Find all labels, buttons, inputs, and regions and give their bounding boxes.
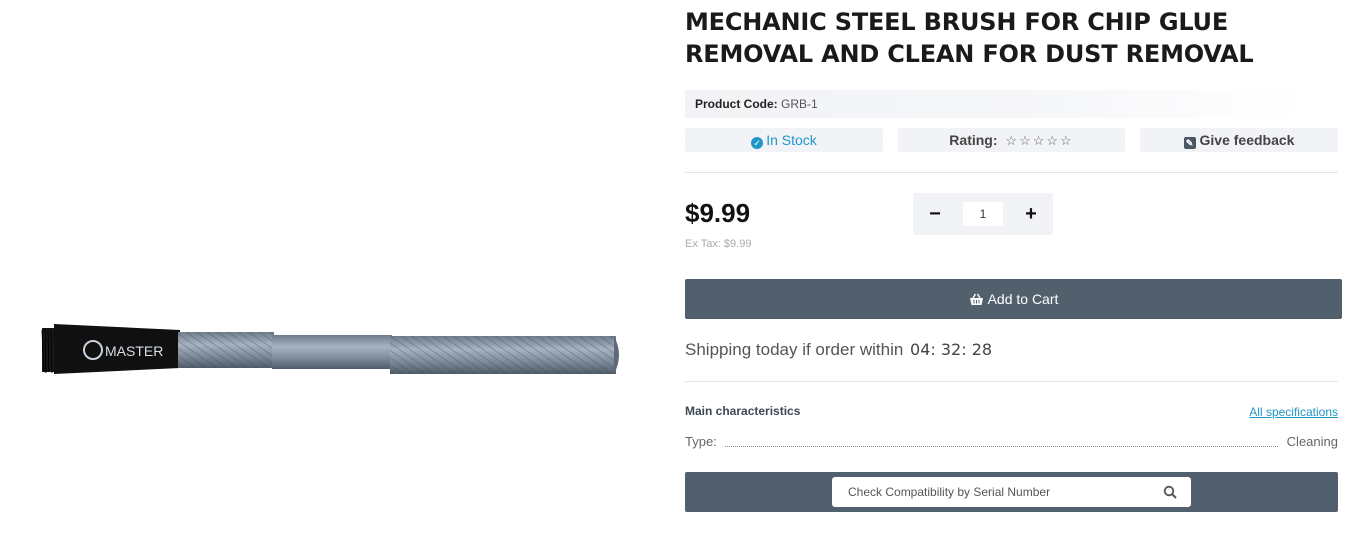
- divider: [685, 172, 1338, 173]
- spec-row: Type: Cleaning: [685, 434, 1338, 450]
- serial-number-search-input[interactable]: [832, 477, 1152, 507]
- all-specifications-link[interactable]: All specifications: [1249, 405, 1338, 419]
- star-icon[interactable]: ☆: [1046, 133, 1060, 148]
- stock-status-badge: ✓ In Stock: [685, 128, 883, 152]
- edit-icon: ✎: [1183, 137, 1196, 149]
- main-characteristics-heading: Main characteristics: [685, 404, 801, 418]
- add-to-cart-label: Add to Cart: [987, 291, 1059, 307]
- spec-name: Type:: [685, 434, 717, 449]
- product-code-value: GRB-1: [781, 97, 818, 111]
- product-code-bar: Product Code: GRB-1: [685, 90, 1305, 118]
- rating-label: Rating:: [949, 132, 998, 148]
- shipping-countdown: 04: 32: 28: [910, 340, 993, 359]
- product-price: $9.99: [685, 198, 751, 228]
- product-image-area: MASTER: [0, 0, 665, 539]
- ex-tax-price: Ex Tax: $9.99: [685, 238, 752, 250]
- quantity-stepper: − +: [913, 193, 1053, 235]
- rating-box[interactable]: Rating: ☆☆☆☆☆: [898, 128, 1125, 152]
- give-feedback-button[interactable]: ✎ Give feedback: [1140, 128, 1338, 152]
- product-brush-image: MASTER: [41, 324, 619, 374]
- shipping-text: Shipping today if order within: [685, 340, 904, 359]
- stock-status-text: In Stock: [766, 132, 817, 148]
- quantity-input[interactable]: [963, 202, 1003, 226]
- check-circle-icon: ✓: [751, 137, 764, 149]
- star-icon[interactable]: ☆: [1033, 133, 1047, 148]
- star-icon[interactable]: ☆: [1005, 133, 1019, 148]
- product-code-label: Product Code:: [695, 97, 778, 111]
- product-title: MECHANIC STEEL BRUSH FOR CHIP GLUE REMOV…: [685, 8, 1254, 68]
- quantity-decrease-button[interactable]: −: [915, 193, 955, 235]
- give-feedback-label: Give feedback: [1199, 132, 1295, 148]
- add-to-cart-button[interactable]: Add to Cart: [685, 279, 1342, 319]
- brand-logo-text: MASTER: [105, 343, 163, 359]
- star-icon[interactable]: ☆: [1019, 133, 1033, 148]
- star-icon[interactable]: ☆: [1060, 133, 1074, 148]
- spec-value: Cleaning: [1286, 434, 1338, 449]
- brush-bristles: [41, 327, 56, 374]
- spec-dotted-leader: [725, 446, 1278, 447]
- basket-icon: [969, 293, 983, 305]
- compatibility-search-box: [832, 477, 1191, 507]
- search-icon[interactable]: [1163, 485, 1177, 499]
- shipping-info: Shipping today if order within 04: 32: 2…: [685, 340, 992, 360]
- compatibility-check-bar: [685, 472, 1338, 512]
- divider: [685, 381, 1338, 382]
- quantity-increase-button[interactable]: +: [1011, 193, 1051, 235]
- rating-stars[interactable]: ☆☆☆☆☆: [1005, 133, 1073, 148]
